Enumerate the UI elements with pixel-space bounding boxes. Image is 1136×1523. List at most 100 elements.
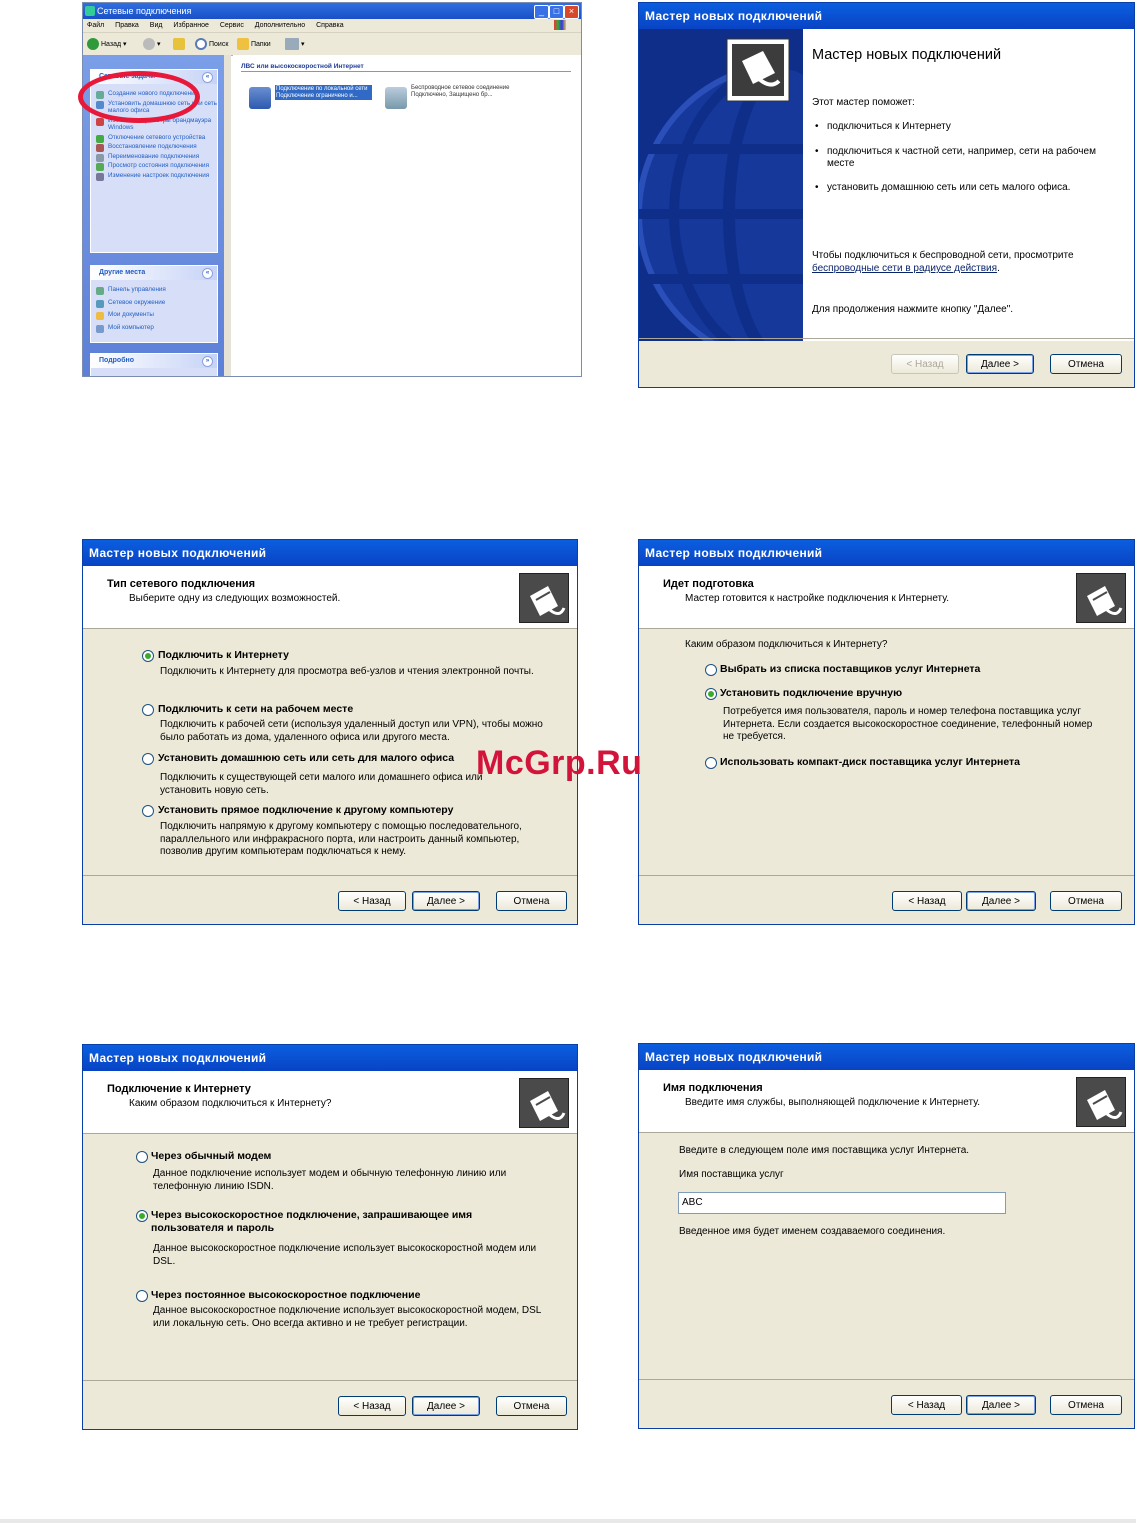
menu-favorites[interactable]: Избранное bbox=[173, 22, 208, 29]
option-broadband-login-label[interactable]: Через высокоскоростное подключение, запр… bbox=[151, 1209, 541, 1235]
network-connections-window: Сетевые подключения _ □ × Файл Правка Ви… bbox=[82, 2, 582, 377]
menu-advanced[interactable]: Дополнительно bbox=[255, 22, 305, 29]
expand-icon[interactable]: » bbox=[202, 356, 213, 367]
dialog-title: Мастер новых подключений bbox=[83, 1045, 577, 1071]
option-radio-internet[interactable] bbox=[142, 650, 154, 662]
cancel-button[interactable]: Отмена bbox=[1050, 1395, 1122, 1415]
option-radio-cd[interactable] bbox=[705, 757, 717, 769]
next-button[interactable]: Далее > bbox=[966, 354, 1034, 374]
search-button[interactable]: Поиск bbox=[195, 38, 228, 50]
option-internet-label[interactable]: Подключить к Интернету bbox=[158, 649, 289, 661]
menu-edit[interactable]: Правка bbox=[115, 22, 139, 29]
connection-item-wireless[interactable]: Беспроводное сетевое соединение Подключе… bbox=[385, 85, 511, 109]
cancel-button[interactable]: Отмена bbox=[1050, 354, 1122, 374]
isp-name-input[interactable]: ABC bbox=[678, 1192, 1006, 1214]
bullet-1-text: подключиться к Интернету bbox=[827, 121, 951, 132]
back-button[interactable]: Назад ▾ bbox=[87, 38, 127, 50]
option-home-network-label[interactable]: Установить домашнюю сеть или сеть для ма… bbox=[158, 752, 454, 764]
back-button[interactable]: < Назад bbox=[891, 1395, 962, 1415]
option-always-on-label[interactable]: Через постоянное высокоскоростное подклю… bbox=[151, 1289, 420, 1301]
collapse-icon[interactable]: « bbox=[202, 268, 213, 279]
option-manual-desc: Потребуется имя пользователя, пароль и н… bbox=[723, 706, 1093, 742]
place-network[interactable]: Сетевое окружение bbox=[91, 299, 217, 308]
wizard-getting-ready-dialog: Мастер новых подключений Идет подготовка… bbox=[638, 539, 1135, 925]
menu-view[interactable]: Вид bbox=[150, 22, 163, 29]
dialog-footer: < Назад Далее > Отмена bbox=[83, 1380, 577, 1429]
back-button[interactable]: < Назад bbox=[892, 891, 962, 911]
place-my-documents[interactable]: Мои документы bbox=[91, 311, 217, 320]
form-area: Введите в следующем поле имя поставщика … bbox=[639, 1133, 1134, 1381]
wizard-welcome-dialog: Мастер новых подключений Мастер новых по… bbox=[638, 2, 1135, 388]
control-panel-icon bbox=[96, 287, 104, 295]
globe-graphic bbox=[639, 38, 803, 341]
connection-item-lan[interactable]: Подключение по локальной сети Подключени… bbox=[249, 85, 372, 109]
back-button[interactable]: < Назад bbox=[338, 891, 406, 911]
option-radio-workplace[interactable] bbox=[142, 704, 154, 716]
menu-help[interactable]: Справка bbox=[316, 22, 343, 29]
cancel-button[interactable]: Отмена bbox=[496, 1396, 567, 1416]
dialog-footer: < Назад Далее > Отмена bbox=[83, 875, 577, 924]
option-modem-label[interactable]: Через обычный модем bbox=[151, 1150, 271, 1162]
views-icon bbox=[285, 38, 299, 50]
network-places-icon bbox=[96, 299, 104, 308]
option-radio-broadband-login[interactable] bbox=[136, 1210, 148, 1222]
highlight-circle bbox=[78, 71, 200, 123]
status-icon bbox=[96, 163, 104, 171]
menu-tools[interactable]: Сервис bbox=[220, 22, 244, 29]
next-button[interactable]: Далее > bbox=[966, 891, 1036, 911]
next-button[interactable]: Далее > bbox=[412, 891, 480, 911]
maximize-button[interactable]: □ bbox=[549, 5, 564, 19]
task-settings[interactable]: Изменение настроек подключения bbox=[91, 172, 217, 181]
option-direct-label[interactable]: Установить прямое подключение к другому … bbox=[158, 804, 453, 816]
page-bottom-rule bbox=[0, 1519, 1136, 1523]
menu-file[interactable]: Файл bbox=[87, 22, 104, 29]
next-button[interactable]: Далее > bbox=[966, 1395, 1036, 1415]
place-my-computer[interactable]: Мой компьютер bbox=[91, 324, 217, 333]
close-button[interactable]: × bbox=[564, 5, 579, 19]
option-radio-direct[interactable] bbox=[142, 805, 154, 817]
task-pane-scrollbar[interactable] bbox=[224, 55, 231, 376]
back-button[interactable]: < Назад bbox=[891, 354, 959, 374]
network-cable-icon bbox=[1076, 1077, 1126, 1127]
option-isp-list-label[interactable]: Выбрать из списка поставщиков услуг Инте… bbox=[720, 663, 980, 675]
next-button[interactable]: Далее > bbox=[412, 1396, 480, 1416]
task-disable-device[interactable]: Отключение сетевого устройства bbox=[91, 134, 217, 143]
panel-header[interactable]: Подробно» bbox=[91, 354, 217, 368]
option-radio-isp-list[interactable] bbox=[705, 664, 717, 676]
task-status[interactable]: Просмотр состояния подключения bbox=[91, 162, 217, 171]
option-cd-label[interactable]: Использовать компакт-диск поставщика усл… bbox=[720, 756, 1020, 768]
panel-header[interactable]: Другие места « bbox=[91, 266, 217, 280]
cancel-button[interactable]: Отмена bbox=[1050, 891, 1122, 911]
collapse-icon[interactable]: « bbox=[202, 72, 213, 83]
task-repair[interactable]: Восстановление подключения bbox=[91, 143, 217, 152]
option-radio-manual[interactable] bbox=[705, 688, 717, 700]
option-manual-label[interactable]: Установить подключение вручную bbox=[720, 687, 902, 699]
step-subtitle: Введите имя службы, выполняющей подключе… bbox=[685, 1097, 980, 1108]
repair-icon bbox=[96, 144, 104, 152]
other-places-panel: Другие места « Панель управления Сетевое … bbox=[90, 265, 218, 343]
dialog-header: Тип сетевого подключения Выберите одну и… bbox=[83, 566, 577, 629]
step-subtitle: Выберите одну из следующих возможностей. bbox=[129, 593, 341, 604]
dialog-title: Мастер новых подключений bbox=[83, 540, 577, 566]
cancel-button[interactable]: Отмена bbox=[496, 891, 567, 911]
wireless-networks-link[interactable]: беспроводные сети в радиусе действия bbox=[812, 263, 997, 274]
option-radio-home-network[interactable] bbox=[142, 753, 154, 765]
place-control-panel[interactable]: Панель управления bbox=[91, 286, 217, 295]
minimize-button[interactable]: _ bbox=[534, 5, 549, 19]
option-workplace-label[interactable]: Подключить к сети на рабочем месте bbox=[158, 703, 353, 715]
dialog-header: Идет подготовка Мастер готовится к настр… bbox=[639, 566, 1134, 629]
isp-name-label: Имя поставщика услуг bbox=[679, 1169, 784, 1180]
option-radio-modem[interactable] bbox=[136, 1151, 148, 1163]
bullet-2: • bbox=[815, 146, 819, 157]
forward-button[interactable]: ▾ bbox=[143, 38, 161, 50]
step-title: Тип сетевого подключения bbox=[107, 578, 256, 590]
folders-button[interactable]: Папки bbox=[237, 38, 271, 50]
task-rename[interactable]: Переименование подключения bbox=[91, 153, 217, 162]
details-panel: Подробно» bbox=[90, 353, 218, 376]
views-button[interactable]: ▾ bbox=[285, 38, 305, 50]
back-button[interactable]: < Назад bbox=[338, 1396, 406, 1416]
network-cable-icon bbox=[519, 1078, 569, 1128]
option-radio-always-on[interactable] bbox=[136, 1290, 148, 1302]
up-folder-button[interactable] bbox=[173, 38, 187, 50]
toolbar: Назад ▾ ▾ Поиск Папки ▾ bbox=[83, 33, 581, 56]
